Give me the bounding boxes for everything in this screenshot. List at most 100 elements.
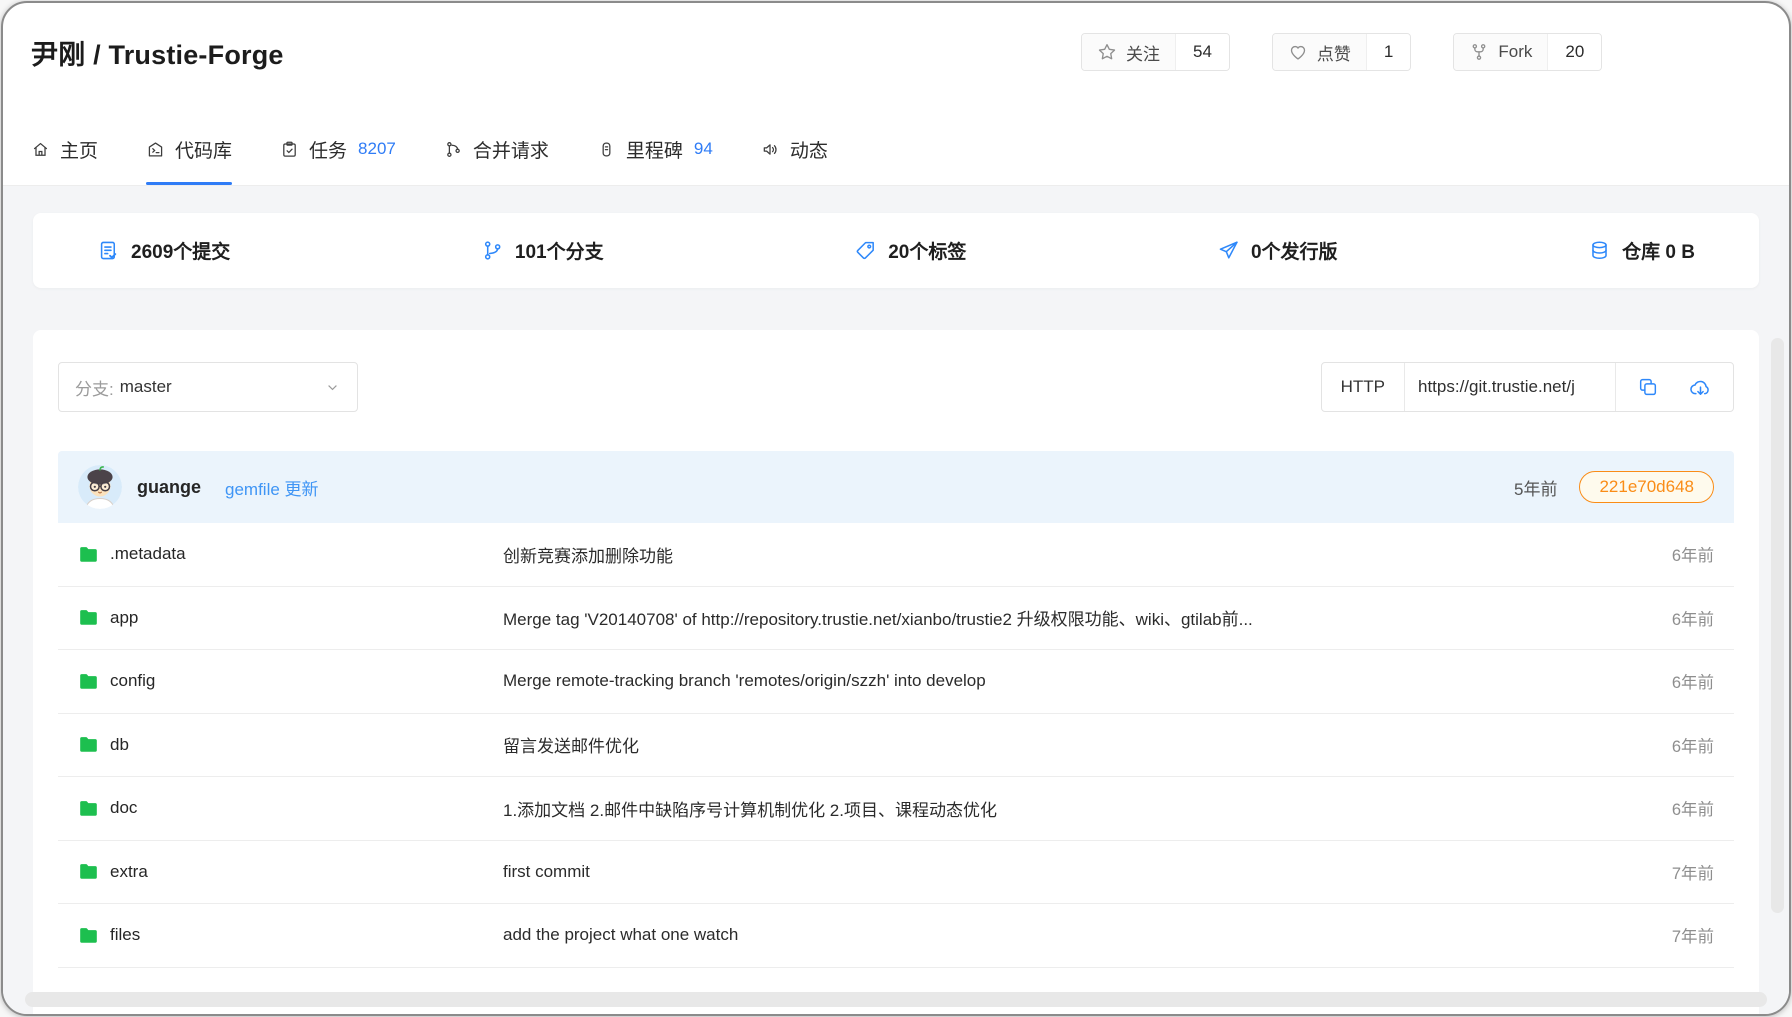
tab-home-label: 主页: [60, 136, 98, 163]
file-commit-time: 7年前: [1584, 860, 1714, 884]
repo-page: 尹刚 / Trustie-Forge 关注 54 点赞 1: [3, 3, 1789, 1014]
home-icon: [31, 140, 50, 159]
table-row[interactable]: config Merge remote-tracking branch 'rem…: [58, 650, 1734, 714]
file-name: .metadata: [110, 544, 186, 564]
file-commit-time: 6年前: [1584, 669, 1714, 693]
watch-count: 54: [1175, 34, 1229, 70]
file-commit-message[interactable]: add the project what one watch: [503, 925, 1584, 945]
horizontal-scrollbar[interactable]: [25, 992, 1767, 1007]
content-area: 2609个提交 101个分支 20个标签: [3, 186, 1789, 1014]
watch-label: 关注: [1126, 40, 1160, 65]
commit-message-link[interactable]: gemfile 更新: [225, 475, 319, 500]
milestone-icon: [597, 140, 616, 159]
file-name: extra: [110, 862, 148, 882]
stat-releases[interactable]: 0个发行版: [1217, 237, 1338, 264]
copy-icon[interactable]: [1637, 376, 1659, 398]
praise-button[interactable]: 点赞 1: [1272, 33, 1411, 71]
fork-count: 20: [1547, 34, 1601, 70]
file-commit-message[interactable]: 1.添加文档 2.邮件中缺陷序号计算机制优化 2.项目、课程动态优化: [503, 796, 1584, 821]
file-commit-time: 6年前: [1584, 606, 1714, 630]
chevron-down-icon: [324, 379, 341, 396]
praise-label: 点赞: [1317, 40, 1351, 65]
folder-icon: [78, 607, 99, 628]
folder-icon: [78, 861, 99, 882]
stat-repo-size-label: 仓库 0 B: [1622, 237, 1695, 264]
file-name-cell[interactable]: app: [78, 607, 503, 628]
tab-activity[interactable]: 动态: [761, 113, 828, 185]
tab-code[interactable]: 代码库: [146, 113, 232, 185]
tab-issues-count: 8207: [358, 139, 396, 159]
tab-activity-label: 动态: [790, 136, 828, 163]
file-name-cell[interactable]: db: [78, 734, 503, 755]
file-commit-message[interactable]: Merge tag 'V20140708' of http://reposito…: [503, 605, 1584, 630]
tab-merge-requests-label: 合并请求: [473, 136, 549, 163]
repo-files-card: 分支: master HTTP: [33, 330, 1759, 1014]
repo-action-buttons: 关注 54 点赞 1 Fork: [1081, 33, 1602, 71]
code-file-icon: [146, 140, 165, 159]
table-row[interactable]: extra first commit 7年前: [58, 841, 1734, 905]
commit-author[interactable]: guange: [137, 477, 201, 498]
protocol-switch[interactable]: HTTP: [1322, 363, 1404, 411]
fork-button[interactable]: Fork 20: [1453, 33, 1602, 71]
repo-nav-tabs: 主页 代码库 任务 8207 合并请求: [3, 113, 1789, 186]
commit-hash-badge[interactable]: 221e70d648: [1579, 471, 1714, 503]
table-row[interactable]: db 留言发送邮件优化 6年前: [58, 714, 1734, 778]
vertical-scrollbar[interactable]: [1771, 338, 1784, 913]
stat-repo-size[interactable]: 仓库 0 B: [1588, 237, 1695, 264]
praise-count: 1: [1366, 34, 1410, 70]
stat-branches[interactable]: 101个分支: [481, 237, 604, 264]
stat-branches-label: 101个分支: [515, 237, 604, 264]
file-commit-time: 6年前: [1584, 796, 1714, 820]
stat-commits-label: 2609个提交: [131, 237, 230, 264]
clone-actions: [1616, 363, 1733, 411]
file-commit-message[interactable]: 留言发送邮件优化: [503, 732, 1584, 757]
file-name-cell[interactable]: .metadata: [78, 544, 503, 565]
repo-stats-bar: 2609个提交 101个分支 20个标签: [33, 213, 1759, 288]
file-commit-message[interactable]: first commit: [503, 862, 1584, 882]
cloud-download-icon[interactable]: [1689, 376, 1712, 399]
file-commit-message[interactable]: Merge remote-tracking branch 'remotes/or…: [503, 671, 1584, 691]
tab-milestones-count: 94: [694, 139, 713, 159]
file-commit-time: 6年前: [1584, 733, 1714, 757]
tab-milestones[interactable]: 里程碑 94: [597, 113, 713, 185]
branch-selector[interactable]: 分支: master: [58, 362, 358, 412]
file-name: app: [110, 608, 138, 628]
heart-icon: [1288, 42, 1308, 62]
file-name-cell[interactable]: extra: [78, 861, 503, 882]
tab-code-label: 代码库: [175, 136, 232, 163]
fork-icon: [1469, 42, 1489, 62]
table-row[interactable]: files add the project what one watch 7年前: [58, 904, 1734, 968]
stat-releases-label: 0个发行版: [1251, 237, 1338, 264]
clone-url-input[interactable]: [1404, 363, 1616, 411]
merge-request-icon: [444, 140, 463, 159]
file-name-cell[interactable]: doc: [78, 798, 503, 819]
file-name: db: [110, 735, 129, 755]
stat-tags[interactable]: 20个标签: [854, 237, 966, 264]
table-row-partial[interactable]: [58, 968, 1734, 1015]
stat-commits[interactable]: 2609个提交: [97, 237, 230, 264]
avatar[interactable]: [78, 465, 122, 509]
commits-doc-icon: [97, 239, 120, 262]
folder-icon: [78, 544, 99, 565]
tab-issues[interactable]: 任务 8207: [280, 113, 396, 185]
speaker-icon: [761, 140, 780, 159]
file-name-cell[interactable]: files: [78, 925, 503, 946]
tab-home[interactable]: 主页: [31, 113, 98, 185]
table-row[interactable]: app Merge tag 'V20140708' of http://repo…: [58, 587, 1734, 651]
file-commit-message[interactable]: 创新竞赛添加删除功能: [503, 542, 1584, 567]
fork-label: Fork: [1498, 42, 1532, 62]
folder-icon: [78, 925, 99, 946]
clone-url-group: HTTP: [1321, 362, 1734, 412]
latest-commit-bar: guange gemfile 更新 5年前 221e70d648: [58, 451, 1734, 523]
branch-label: 分支:: [75, 375, 114, 400]
folder-icon: [78, 734, 99, 755]
tag-icon: [854, 239, 877, 262]
avatar-image: [78, 465, 122, 509]
file-name-cell[interactable]: config: [78, 671, 503, 692]
commit-time: 5年前: [1514, 475, 1557, 500]
table-row[interactable]: .metadata 创新竞赛添加删除功能 6年前: [58, 523, 1734, 587]
table-row[interactable]: doc 1.添加文档 2.邮件中缺陷序号计算机制优化 2.项目、课程动态优化 6…: [58, 777, 1734, 841]
watch-button[interactable]: 关注 54: [1081, 33, 1230, 71]
star-icon: [1097, 42, 1117, 62]
tab-merge-requests[interactable]: 合并请求: [444, 113, 549, 185]
